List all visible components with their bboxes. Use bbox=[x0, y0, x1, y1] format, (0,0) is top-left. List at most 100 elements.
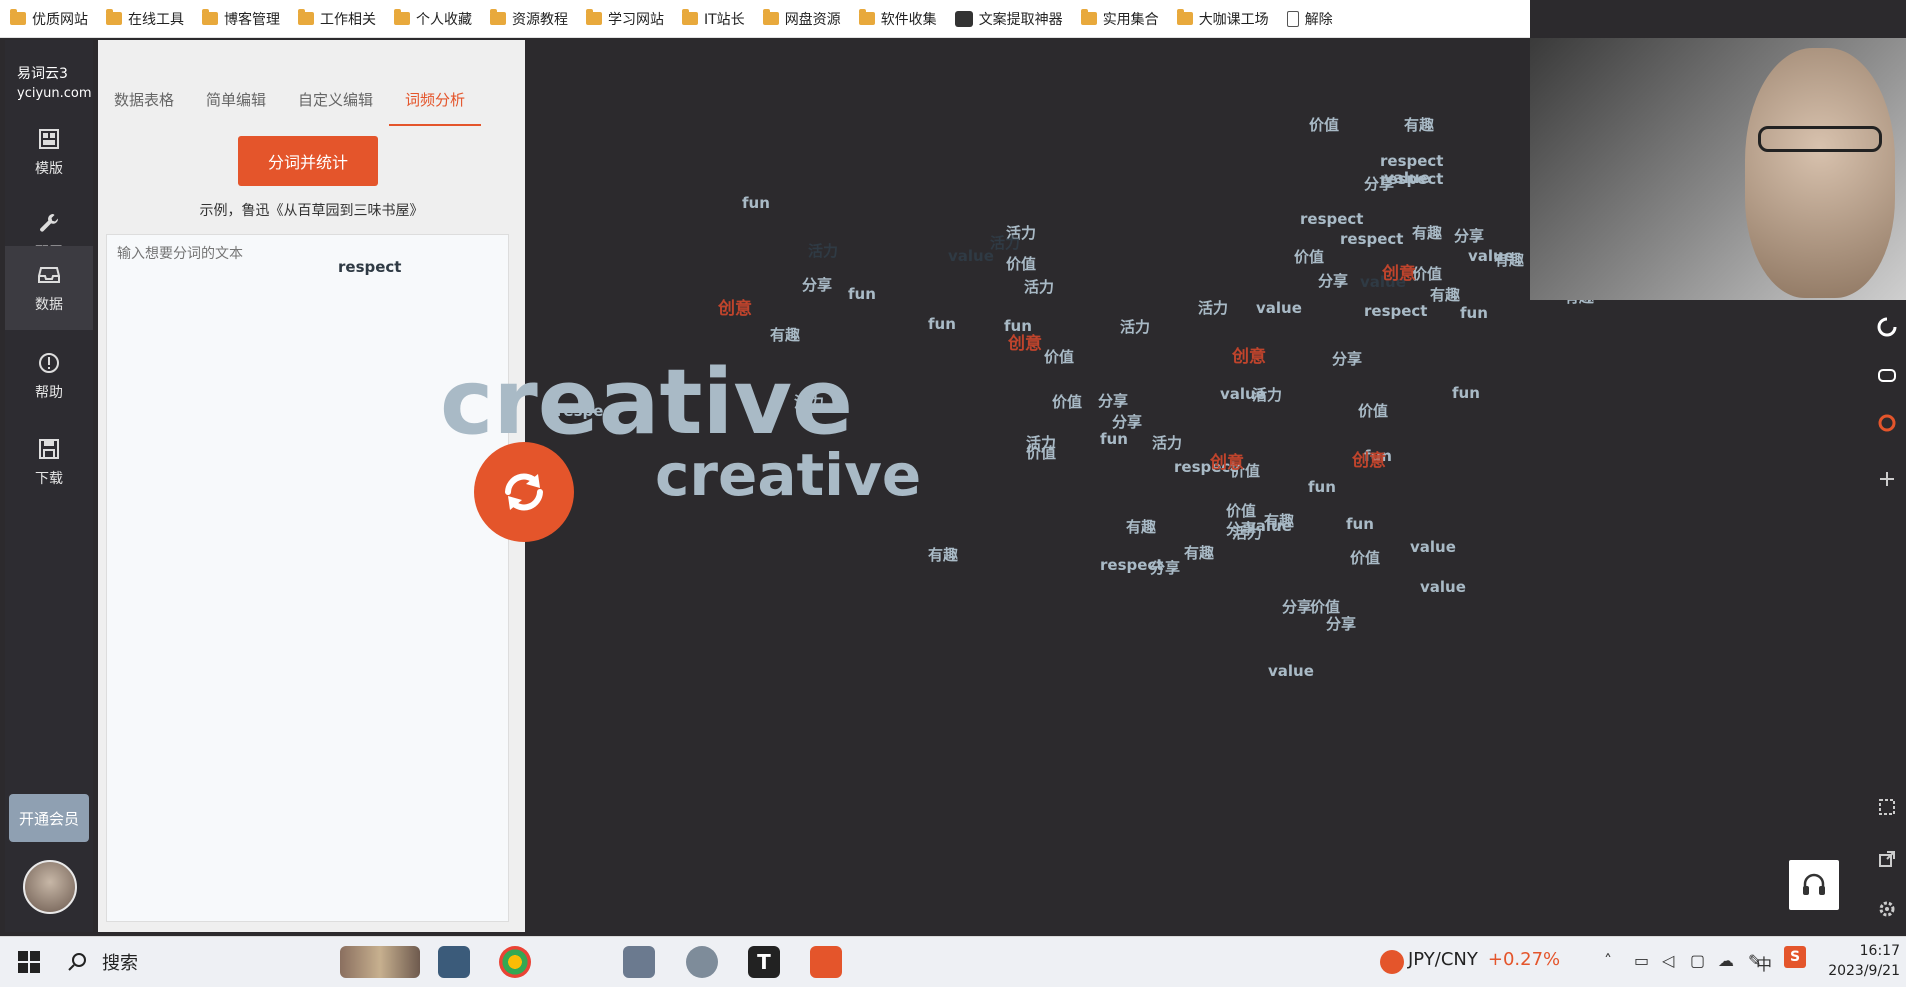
wordcloud-word: 有趣 bbox=[1404, 116, 1435, 134]
chrome-icon[interactable] bbox=[499, 946, 531, 978]
windows-start-icon[interactable] bbox=[18, 951, 40, 973]
wordcloud-word: creative bbox=[440, 350, 854, 455]
wordcloud-word: 有趣 bbox=[1184, 544, 1215, 562]
example-link[interactable]: 示例，鲁迅《从百草园到三味书屋》 bbox=[98, 200, 525, 220]
game-icon[interactable] bbox=[1874, 362, 1900, 388]
plus-icon[interactable] bbox=[1874, 466, 1900, 492]
bookmark-folder[interactable]: 资源教程 bbox=[490, 9, 568, 29]
folder-icon bbox=[106, 9, 122, 25]
wordcloud-word: 分享 bbox=[1454, 227, 1485, 245]
bookmark-folder[interactable]: 网盘资源 bbox=[762, 9, 841, 29]
fx-ticker[interactable]: JPY/CNY +0.27% bbox=[1408, 949, 1560, 970]
bookmark-folder[interactable]: 优质网站 bbox=[10, 9, 88, 29]
folder-icon bbox=[490, 9, 506, 25]
wordcloud-word: fun bbox=[742, 194, 770, 212]
wordcloud-word: respect bbox=[1364, 302, 1428, 320]
wordcloud-word: 活力 bbox=[1120, 318, 1151, 336]
sidebar-item-download[interactable]: 下载 bbox=[5, 422, 93, 502]
settings-gear-icon[interactable] bbox=[1874, 896, 1900, 922]
bookmark-folder[interactable]: 软件收集 bbox=[858, 9, 937, 29]
volume-icon[interactable]: ◁ bbox=[1662, 951, 1674, 970]
sidebar-item-template[interactable]: 模版 bbox=[5, 112, 93, 192]
bookmark-folder[interactable]: 大咖课工场 bbox=[1176, 9, 1269, 29]
wordcloud-word: 活力 bbox=[1198, 299, 1229, 317]
typora-icon[interactable]: T bbox=[748, 946, 780, 978]
flower-icon[interactable] bbox=[1874, 410, 1900, 436]
sidebar-item-data[interactable]: 数据 bbox=[5, 246, 93, 330]
bookmark-folder[interactable]: IT站长 bbox=[682, 9, 745, 29]
bookmark-link[interactable]: 解除 bbox=[1286, 9, 1333, 29]
wordcloud-word: 分享 bbox=[1326, 615, 1357, 633]
text-input[interactable] bbox=[106, 234, 509, 922]
brand[interactable]: 易词云3 yciyun.com bbox=[17, 64, 92, 104]
wordcloud-word: value bbox=[1246, 517, 1292, 535]
bookmark-folder[interactable]: 实用集合 bbox=[1080, 9, 1159, 29]
folder-icon bbox=[762, 9, 779, 25]
bookmark-folder[interactable]: 工作相关 bbox=[298, 9, 376, 29]
wordcloud-word: 分享 bbox=[1098, 392, 1129, 410]
wordcloud-word: value bbox=[948, 247, 994, 265]
wordcloud-word: 分享 bbox=[1332, 350, 1363, 368]
loading-icon[interactable] bbox=[1874, 314, 1900, 340]
document-app-icon[interactable] bbox=[623, 946, 655, 978]
wordcloud-word: 价值 bbox=[1006, 255, 1037, 273]
bookmark-folder[interactable]: 学习网站 bbox=[586, 9, 664, 29]
wordcloud-word: value bbox=[1220, 385, 1266, 403]
bookmark-link[interactable]: 文案提取神器 bbox=[954, 9, 1063, 29]
info-icon bbox=[36, 350, 62, 376]
wordcloud-word: 价值 bbox=[1350, 549, 1381, 567]
network-icon[interactable]: ▭ bbox=[1634, 951, 1649, 970]
segment-count-button[interactable]: 分词并统计 bbox=[238, 136, 378, 186]
wordcloud-word: respect bbox=[338, 258, 402, 276]
inbox-icon bbox=[36, 262, 62, 288]
tab-simple-edit[interactable]: 简单编辑 bbox=[190, 76, 282, 124]
customer-support-button[interactable] bbox=[1789, 860, 1839, 910]
wrench-icon bbox=[36, 210, 62, 236]
chevron-up-icon[interactable]: ˄ bbox=[1604, 951, 1612, 970]
sogou-ime-icon[interactable]: S bbox=[1784, 946, 1806, 968]
template-icon bbox=[36, 126, 62, 152]
tab-data-table[interactable]: 数据表格 bbox=[98, 76, 190, 124]
wordcloud-word: 活力 bbox=[808, 242, 839, 260]
system-clock[interactable]: 16:17 2023/9/21 bbox=[1820, 941, 1900, 981]
wordcloud-word: fun bbox=[1100, 430, 1128, 448]
ime-indicator[interactable]: 中 bbox=[1756, 951, 1772, 975]
avatar[interactable] bbox=[23, 860, 77, 914]
external-link-icon[interactable] bbox=[1874, 846, 1900, 872]
stock-ticker-icon bbox=[1380, 950, 1404, 974]
sidebar-item-help[interactable]: 帮助 bbox=[5, 336, 93, 416]
bookmark-folder[interactable]: 博客管理 bbox=[202, 9, 280, 29]
wordcloud-word: 创意 bbox=[1382, 264, 1416, 284]
display-icon[interactable]: ▢ bbox=[1690, 951, 1705, 970]
folder-icon bbox=[858, 9, 875, 25]
cloud-sync-icon[interactable]: ☁ bbox=[1718, 951, 1734, 970]
tab-word-frequency[interactable]: 词频分析 bbox=[389, 76, 482, 126]
folder-icon bbox=[1176, 9, 1193, 25]
file-explorer-icon[interactable] bbox=[810, 946, 842, 978]
wordcloud-word: 价值 bbox=[1052, 393, 1083, 411]
bookmark-folder[interactable]: 在线工具 bbox=[106, 9, 184, 29]
taskbar-search[interactable]: 搜索 bbox=[64, 941, 334, 983]
bookmark-folder[interactable]: 个人收藏 bbox=[394, 9, 472, 29]
data-panel: 数据表格 简单编辑 自定义编辑 词频分析 分词并统计 示例，鲁迅《从百草园到三味… bbox=[98, 40, 525, 932]
wordcloud-word: fun bbox=[928, 315, 956, 333]
vip-button[interactable]: 开通会员 bbox=[9, 794, 89, 842]
bookmarks-bar: 优质网站 在线工具 博客管理 工作相关 个人收藏 资源教程 学习网站 IT站长 … bbox=[0, 0, 1530, 38]
folder-icon bbox=[394, 9, 410, 25]
right-toolbar bbox=[1868, 300, 1906, 940]
folder-icon bbox=[10, 9, 26, 25]
settings-app-icon[interactable] bbox=[686, 946, 718, 978]
wordcloud-word: creative bbox=[655, 441, 922, 509]
taskbar-thumbnail[interactable] bbox=[340, 946, 420, 978]
wordcloud-word: 分享 bbox=[1112, 413, 1143, 431]
wordcloud-word: 价值 bbox=[1358, 402, 1389, 420]
screenshot-icon[interactable] bbox=[1874, 794, 1900, 820]
wordcloud-word: 价值 bbox=[1294, 248, 1325, 266]
panel-tabs: 数据表格 简单编辑 自定义编辑 词频分析 bbox=[98, 76, 508, 126]
wordcloud-word: 活力 bbox=[990, 234, 1021, 252]
brand-name: 易词云3 bbox=[17, 66, 68, 82]
taskbar-app-icon[interactable] bbox=[438, 946, 470, 978]
wordcloud-word: 有趣 bbox=[928, 546, 959, 564]
wordcloud-word: value bbox=[1410, 538, 1456, 556]
tab-custom-edit[interactable]: 自定义编辑 bbox=[282, 76, 389, 124]
